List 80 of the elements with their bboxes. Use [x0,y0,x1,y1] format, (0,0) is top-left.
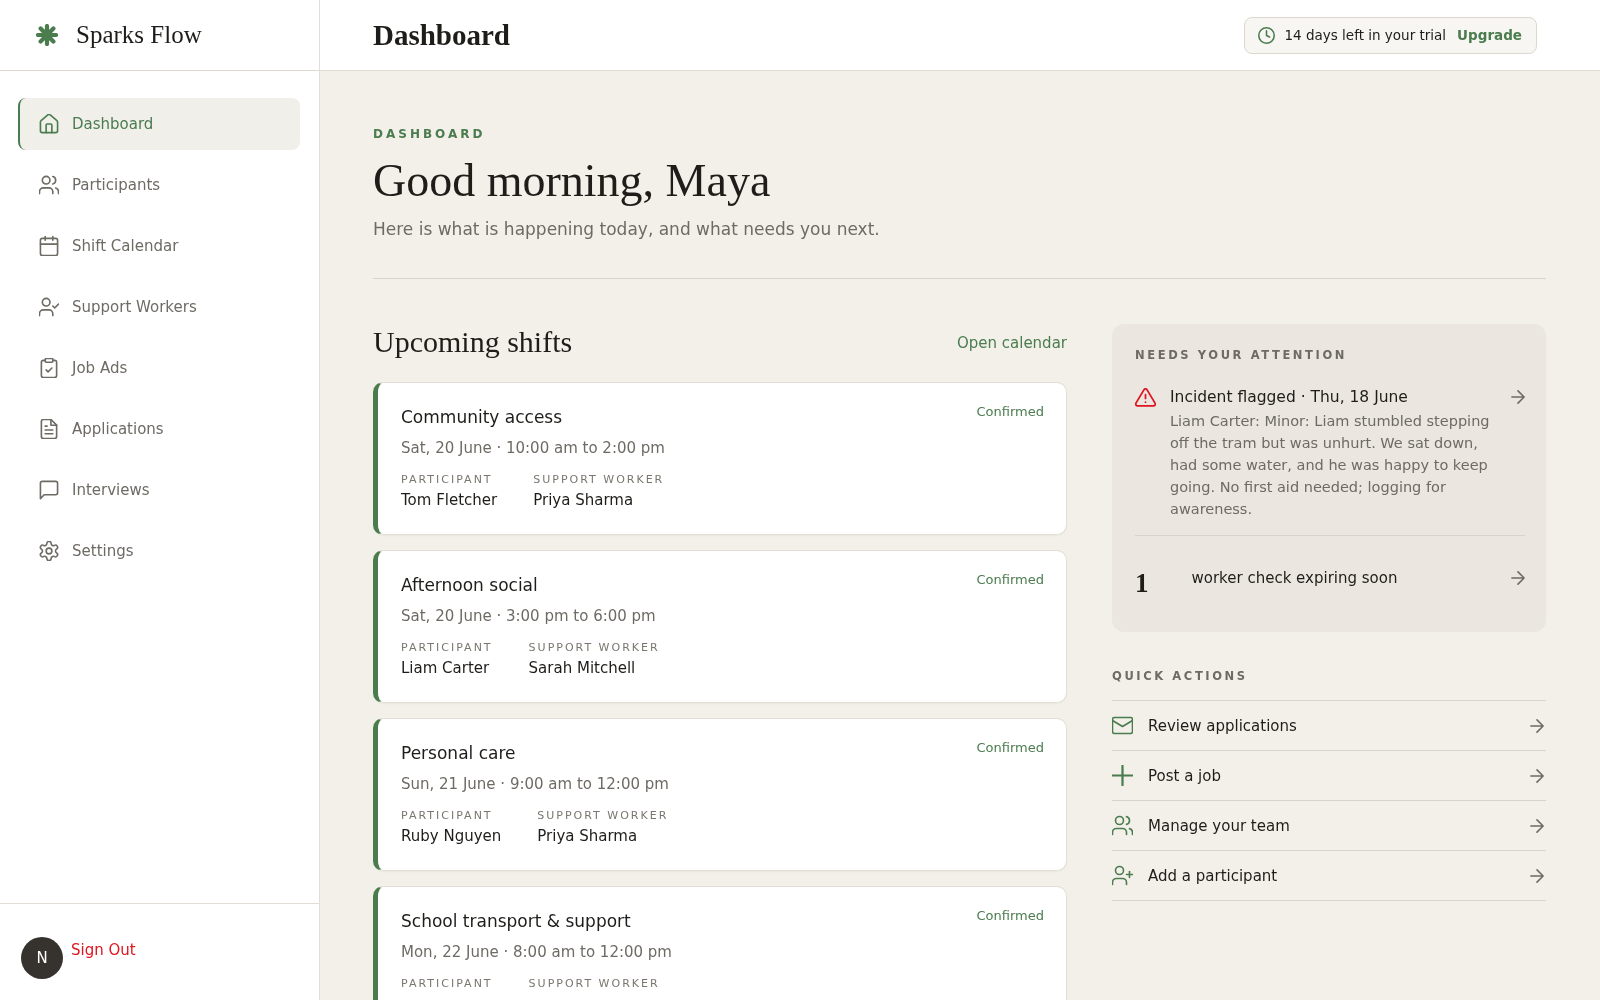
open-calendar-link[interactable]: Open calendar [956,334,1067,352]
shift-title: Personal care [401,742,516,765]
people-icon [39,175,59,195]
clock-icon [1258,26,1276,44]
upgrade-link[interactable]: Upgrade [1457,27,1522,43]
intro-subtitle: Here is what is happening today, and what needs you next. [373,218,881,241]
arrow-right-icon [1530,868,1544,883]
count-number: 1 [1135,568,1149,598]
field-label: SUPPORT WORKER [528,641,660,655]
shift-time: Sat, 20 June · 3:00 pm to 6:00 pm [401,606,657,627]
asterisk-logo-icon [36,24,58,46]
arrow-right-icon[interactable] [1511,571,1525,585]
nav-item[interactable]: Dashboard [18,98,300,150]
field-value: Tom Fletcher [401,490,498,511]
panel-heading: NEEDS YOUR ATTENTION [1135,347,1349,363]
status-label: Confirmed [976,907,1044,925]
nav-item[interactable]: Interviews [18,464,300,516]
person-plus-icon [1112,865,1133,886]
field-value: Priya Sharma [537,826,639,847]
shift-card[interactable]: School transport & support Confirmed Mon, 22 June · 8:00 am to 12:00 pm PARTICIPANT SUPPORT WORKER [373,886,1067,1000]
quick-action-button[interactable]: Review applications [1112,701,1546,751]
brand-name: Sparks Flow [76,21,202,49]
clipboard-check-icon [39,358,59,378]
status-label: Confirmed [976,403,1044,421]
section-eyebrow: DASHBOARD [373,126,487,142]
page-title: Dashboard [373,18,510,52]
envelope-icon [1112,715,1133,736]
quick-action-button[interactable]: Manage your team [1112,801,1546,851]
shift-card[interactable]: Personal care Confirmed Sun, 21 June · 9:00 am to 12:00 pm PARTICIPANT Ruby Nguyen SUPPORT WORKER Priya Sharma [373,718,1067,871]
chat-bubble-icon [39,480,59,500]
arrow-right-icon [1530,718,1544,733]
incident-description: Liam Carter: Minor: Liam stumbled stepping off the tram but was unhurt. We sat down, had some water, and he was happy to keep going. No first aid needed; logging for awareness. [1170,412,1491,519]
document-icon [39,419,59,439]
field-label: SUPPORT WORKER [533,473,665,487]
field-value: Sarah Mitchell [528,658,637,679]
trial-text: 14 days left in your trial [1284,27,1447,43]
field-label: PARTICIPANT [401,473,494,487]
plus-icon [1112,765,1133,786]
field-label: PARTICIPANT [401,641,493,655]
section-title: Upcoming shifts [373,324,573,360]
field-label: PARTICIPANT [401,977,493,991]
arrow-right-icon [1530,768,1544,783]
shift-card[interactable]: Community access Confirmed Sat, 20 June · 10:00 am to 2:00 pm PARTICIPANT Tom Fletcher SUPPORT WORKER Priya Sharma [373,382,1067,535]
shift-title: Community access [401,406,563,429]
status-label: Confirmed [976,739,1044,757]
greeting-heading: Good morning, Maya [373,154,772,208]
shift-time: Sun, 21 June · 9:00 am to 12:00 pm [401,774,670,795]
shift-time: Sat, 20 June · 10:00 am to 2:00 pm [401,438,666,459]
field-label: SUPPORT WORKER [528,977,660,991]
shift-title: School transport & support [401,910,631,933]
field-label: SUPPORT WORKER [537,809,669,823]
arrow-right-icon [1530,818,1544,833]
calendar-icon [39,236,59,256]
arrow-right-icon[interactable] [1511,390,1525,404]
nav-item[interactable]: Applications [18,403,300,455]
status-label: Confirmed [976,571,1044,589]
shift-card[interactable]: Afternoon social Confirmed Sat, 20 June · 3:00 pm to 6:00 pm PARTICIPANT Liam Carter SUPPORT WORKER Sarah Mitchell [373,550,1067,703]
shift-title: Afternoon social [401,574,538,597]
person-check-icon [39,297,59,317]
quick-actions-heading: QUICK ACTIONS [1112,668,1249,684]
sign-out-link[interactable]: Sign Out [71,939,136,961]
nav-item[interactable]: Shift Calendar [18,220,300,272]
nav-item[interactable]: Settings [18,525,300,577]
quick-action-button[interactable]: Post a job [1112,751,1546,801]
nav-item[interactable]: Support Workers [18,281,300,333]
field-label: PARTICIPANT [401,809,494,823]
settings-icon [39,541,59,561]
field-value: Liam Carter [401,658,491,679]
quick-action-button[interactable]: Add a participant [1112,851,1546,901]
people-icon [1112,815,1133,836]
warning-icon [1135,388,1156,407]
user-avatar: N [21,937,63,979]
nav-item[interactable]: Participants [18,159,300,211]
home-icon [39,114,59,134]
expiring-checks-text: worker check expiring soon [1191,568,1398,589]
shift-time: Mon, 22 June · 8:00 am to 12:00 pm [401,942,673,963]
field-value: Ruby Nguyen [401,826,502,847]
nav-item[interactable]: Job Ads [18,342,300,394]
incident-title: Incident flagged · Thu, 18 June [1170,387,1409,408]
field-value: Priya Sharma [533,490,635,511]
